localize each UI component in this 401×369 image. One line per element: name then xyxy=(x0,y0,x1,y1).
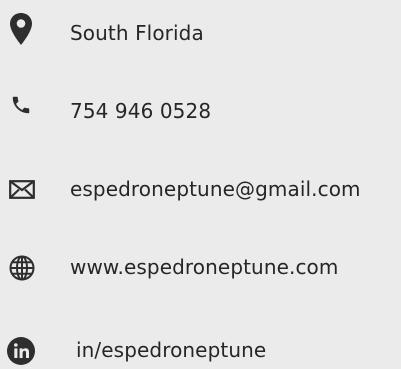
contact-row-phone: 754 946 0528 xyxy=(0,78,401,138)
website-link[interactable]: www.espedroneptune.com xyxy=(70,255,338,279)
envelope-icon xyxy=(9,180,35,199)
contact-row-linkedin[interactable]: in/espedroneptune xyxy=(0,306,401,366)
location-text: South Florida xyxy=(70,21,204,45)
map-pin-icon xyxy=(9,12,33,46)
contact-list: South Florida 754 946 0528 espedroneptun… xyxy=(0,0,401,366)
phone-icon xyxy=(10,94,32,116)
linkedin-icon xyxy=(7,337,35,365)
linkedin-link[interactable]: in/espedroneptune xyxy=(76,338,266,362)
email-link[interactable]: espedroneptune@gmail.com xyxy=(70,177,361,201)
contact-row-website[interactable]: www.espedroneptune.com xyxy=(0,240,401,300)
phone-text: 754 946 0528 xyxy=(70,99,212,123)
contact-row-email[interactable]: espedroneptune@gmail.com xyxy=(0,160,401,220)
globe-icon xyxy=(9,255,35,281)
contact-row-location: South Florida xyxy=(0,4,401,64)
